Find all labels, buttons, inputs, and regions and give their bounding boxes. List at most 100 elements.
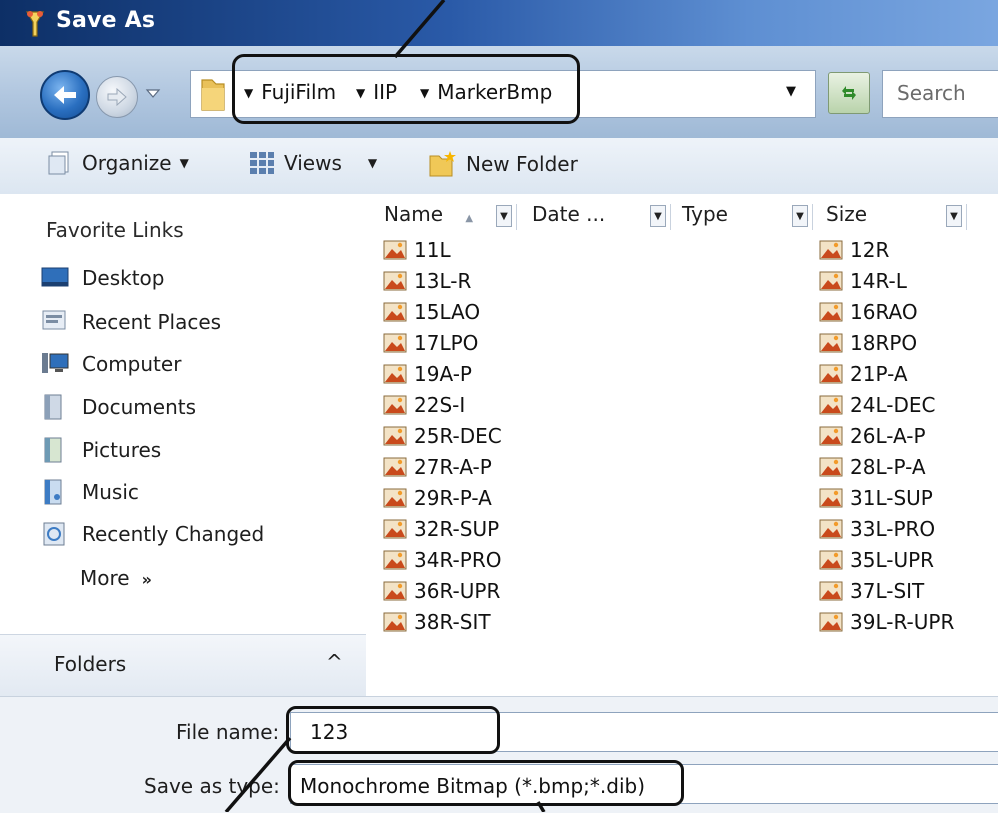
refresh-button[interactable] (828, 72, 870, 114)
forward-arrow-icon (107, 88, 127, 106)
address-dropdown-icon[interactable]: ▼ (786, 84, 796, 99)
file-item[interactable]: 34R-PRO (382, 544, 502, 575)
file-name: 38R-SIT (414, 609, 491, 634)
folder-icon (201, 79, 225, 111)
folders-collapse-icon[interactable]: ^ (326, 650, 343, 674)
file-name: 25R-DEC (414, 423, 502, 448)
bitmap-file-icon (383, 550, 407, 569)
bitmap-file-icon (819, 333, 843, 352)
column-divider[interactable] (812, 204, 813, 230)
back-button[interactable] (40, 70, 90, 120)
column-header-name[interactable]: Name ▲ (384, 202, 473, 226)
file-item[interactable]: 19A-P (382, 358, 502, 389)
sidebar-item-computer[interactable]: Computer (40, 344, 181, 384)
more-link[interactable]: More» (80, 566, 152, 590)
file-name: 16RAO (850, 299, 918, 324)
recent-places-icon (42, 310, 66, 330)
file-name: 26L-A-P (850, 423, 926, 448)
sidebar-item-recently-changed[interactable]: Recently Changed (40, 514, 264, 554)
file-name: 35L-UPR (850, 547, 935, 572)
file-name: 27R-A-P (414, 454, 492, 479)
file-name: 11L (414, 237, 451, 262)
file-item[interactable]: 25R-DEC (382, 420, 502, 451)
bitmap-file-icon (383, 302, 407, 321)
search-input[interactable]: Search (882, 70, 998, 118)
folders-label: Folders (54, 652, 127, 676)
sidebar-item-desktop[interactable]: Desktop (40, 258, 164, 298)
pictures-icon (44, 437, 62, 463)
file-name: 28L-P-A (850, 454, 926, 479)
type-column-dropdown-icon[interactable]: ▼ (792, 205, 808, 227)
size-column-dropdown-icon[interactable]: ▼ (946, 205, 962, 227)
forward-button[interactable] (96, 76, 138, 118)
file-item[interactable]: 38R-SIT (382, 606, 502, 637)
organize-button[interactable]: Organize ▼ (46, 150, 189, 176)
more-chevron-icon: » (141, 570, 152, 589)
file-item[interactable]: 32R-SUP (382, 513, 502, 544)
file-item[interactable]: 15LAO (382, 296, 502, 327)
file-name: 32R-SUP (414, 516, 500, 541)
file-item[interactable]: 29R-P-A (382, 482, 502, 513)
recent-pages-dropdown-icon[interactable] (142, 82, 164, 104)
file-item[interactable]: 39L-R-UPR (818, 606, 954, 637)
file-item[interactable]: 28L-P-A (818, 451, 954, 482)
file-item[interactable]: 11L (382, 234, 502, 265)
file-name: 21P-A (850, 361, 908, 386)
column-divider[interactable] (670, 204, 671, 230)
file-name-callout (286, 706, 500, 754)
sidebar-item-pictures[interactable]: Pictures (40, 430, 161, 470)
sidebar-item-music[interactable]: Music (40, 472, 139, 512)
file-item[interactable]: 17LPO (382, 327, 502, 358)
back-arrow-icon (54, 86, 76, 104)
bitmap-file-icon (819, 550, 843, 569)
desktop-icon (41, 267, 69, 287)
file-item[interactable]: 22S-I (382, 389, 502, 420)
file-item[interactable]: 31L-SUP (818, 482, 954, 513)
views-button[interactable]: Views ▼ (248, 150, 377, 176)
column-divider[interactable] (516, 204, 517, 230)
file-item[interactable]: 36R-UPR (382, 575, 502, 606)
file-name: 18RPO (850, 330, 918, 355)
bitmap-file-icon (383, 612, 407, 631)
save-as-type-callout (288, 760, 684, 806)
date-column-dropdown-icon[interactable]: ▼ (650, 205, 666, 227)
file-item[interactable]: 14R-L (818, 265, 954, 296)
sidebar-item-documents[interactable]: Documents (40, 387, 196, 427)
file-name: 17LPO (414, 330, 479, 355)
file-item[interactable]: 13L-R (382, 265, 502, 296)
column-divider[interactable] (966, 204, 967, 230)
file-item[interactable]: 21P-A (818, 358, 954, 389)
column-header-size[interactable]: Size (826, 202, 867, 226)
name-column-dropdown-icon[interactable]: ▼ (496, 205, 512, 227)
file-item[interactable]: 18RPO (818, 327, 954, 358)
file-item[interactable]: 26L-A-P (818, 420, 954, 451)
window-title: Save As (56, 8, 156, 33)
bitmap-file-icon (383, 519, 407, 538)
bitmap-file-icon (819, 426, 843, 445)
file-name: 12R (850, 237, 890, 262)
music-icon (44, 479, 62, 505)
sort-ascending-icon: ▲ (465, 213, 474, 224)
bitmap-file-icon (819, 519, 843, 538)
file-column-left: 11L 13L-R 15LAO 17LPO 19A-P 22S-I 25R-DEC 27R-A… (382, 234, 502, 637)
bitmap-file-icon (819, 302, 843, 321)
file-name: 39L-R-UPR (850, 609, 955, 634)
file-item[interactable]: 37L-SIT (818, 575, 954, 606)
file-name: 29R-P-A (414, 485, 492, 510)
file-name: 31L-SUP (850, 485, 933, 510)
new-folder-button[interactable]: New Folder (428, 150, 578, 178)
file-item[interactable]: 33L-PRO (818, 513, 954, 544)
file-item[interactable]: 27R-A-P (382, 451, 502, 482)
file-item[interactable]: 24L-DEC (818, 389, 954, 420)
file-item[interactable]: 12R (818, 234, 954, 265)
file-name: 34R-PRO (414, 547, 502, 572)
file-column-right: 12R 14R-L 16RAO 18RPO 21P-A 24L-DEC 26L-A-P 28L… (818, 234, 954, 637)
bitmap-file-icon (383, 488, 407, 507)
bitmap-file-icon (383, 240, 407, 259)
column-header-type[interactable]: Type (682, 202, 728, 226)
file-item[interactable]: 35L-UPR (818, 544, 954, 575)
column-header-date[interactable]: Date ... (532, 202, 605, 226)
file-item[interactable]: 16RAO (818, 296, 954, 327)
sidebar-item-recent-places[interactable]: Recent Places (40, 302, 221, 342)
bitmap-file-icon (819, 612, 843, 631)
